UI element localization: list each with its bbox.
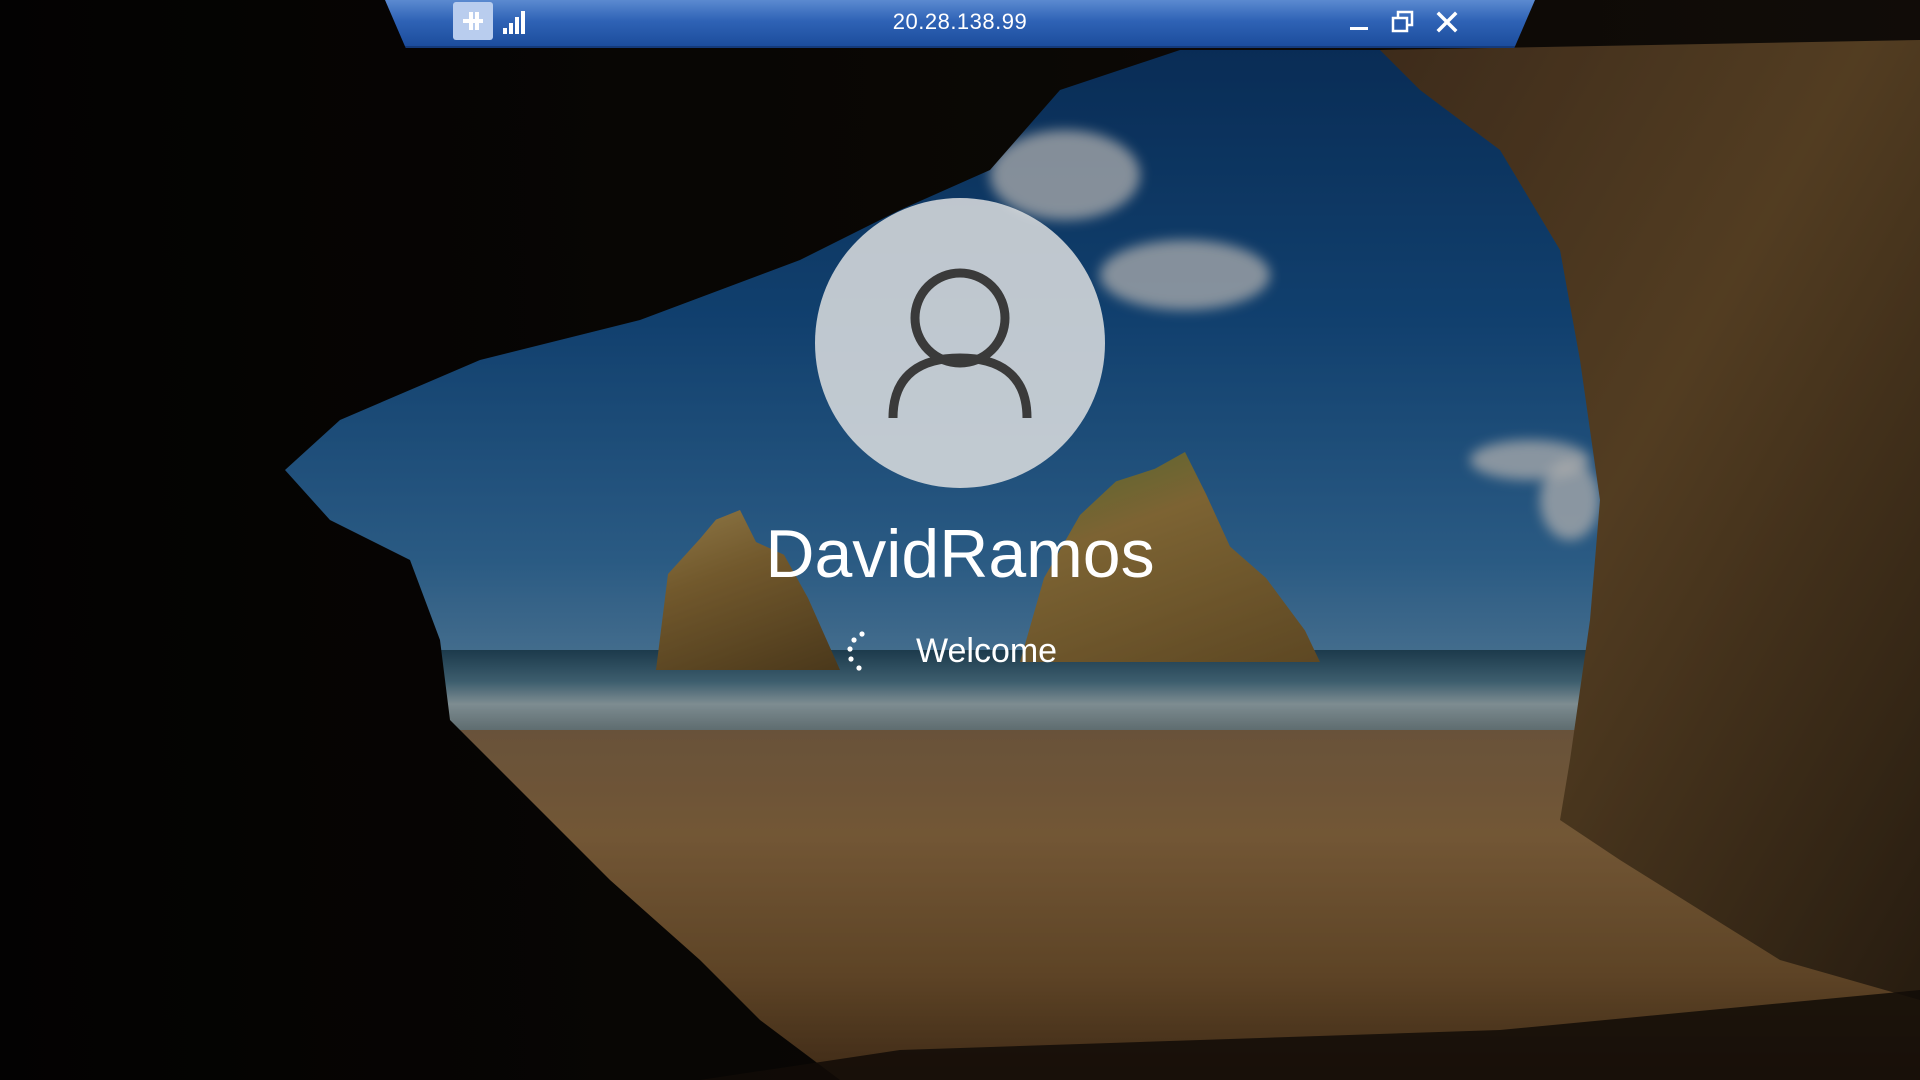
user-name: DavidRamos [765,516,1155,592]
sign-in-status: Welcome [840,628,1140,678]
restore-button[interactable] [1386,6,1420,38]
restore-icon [1391,10,1414,33]
user-avatar [815,198,1105,488]
minimize-button[interactable] [1342,6,1376,38]
pin-icon[interactable] [453,2,493,40]
welcome-text: Welcome [916,632,1058,670]
close-icon [1436,11,1458,33]
close-button[interactable] [1430,6,1464,38]
connection-signal-icon[interactable] [503,10,529,34]
user-icon [888,268,1032,419]
rdp-connection-title: 20.28.138.99 [892,9,1028,34]
minimize-icon [1350,27,1368,30]
remote-desktop-screen: 20.28.138.99 DavidRamos Welcome [0,0,1920,1080]
loading-spinner-icon [847,631,865,671]
